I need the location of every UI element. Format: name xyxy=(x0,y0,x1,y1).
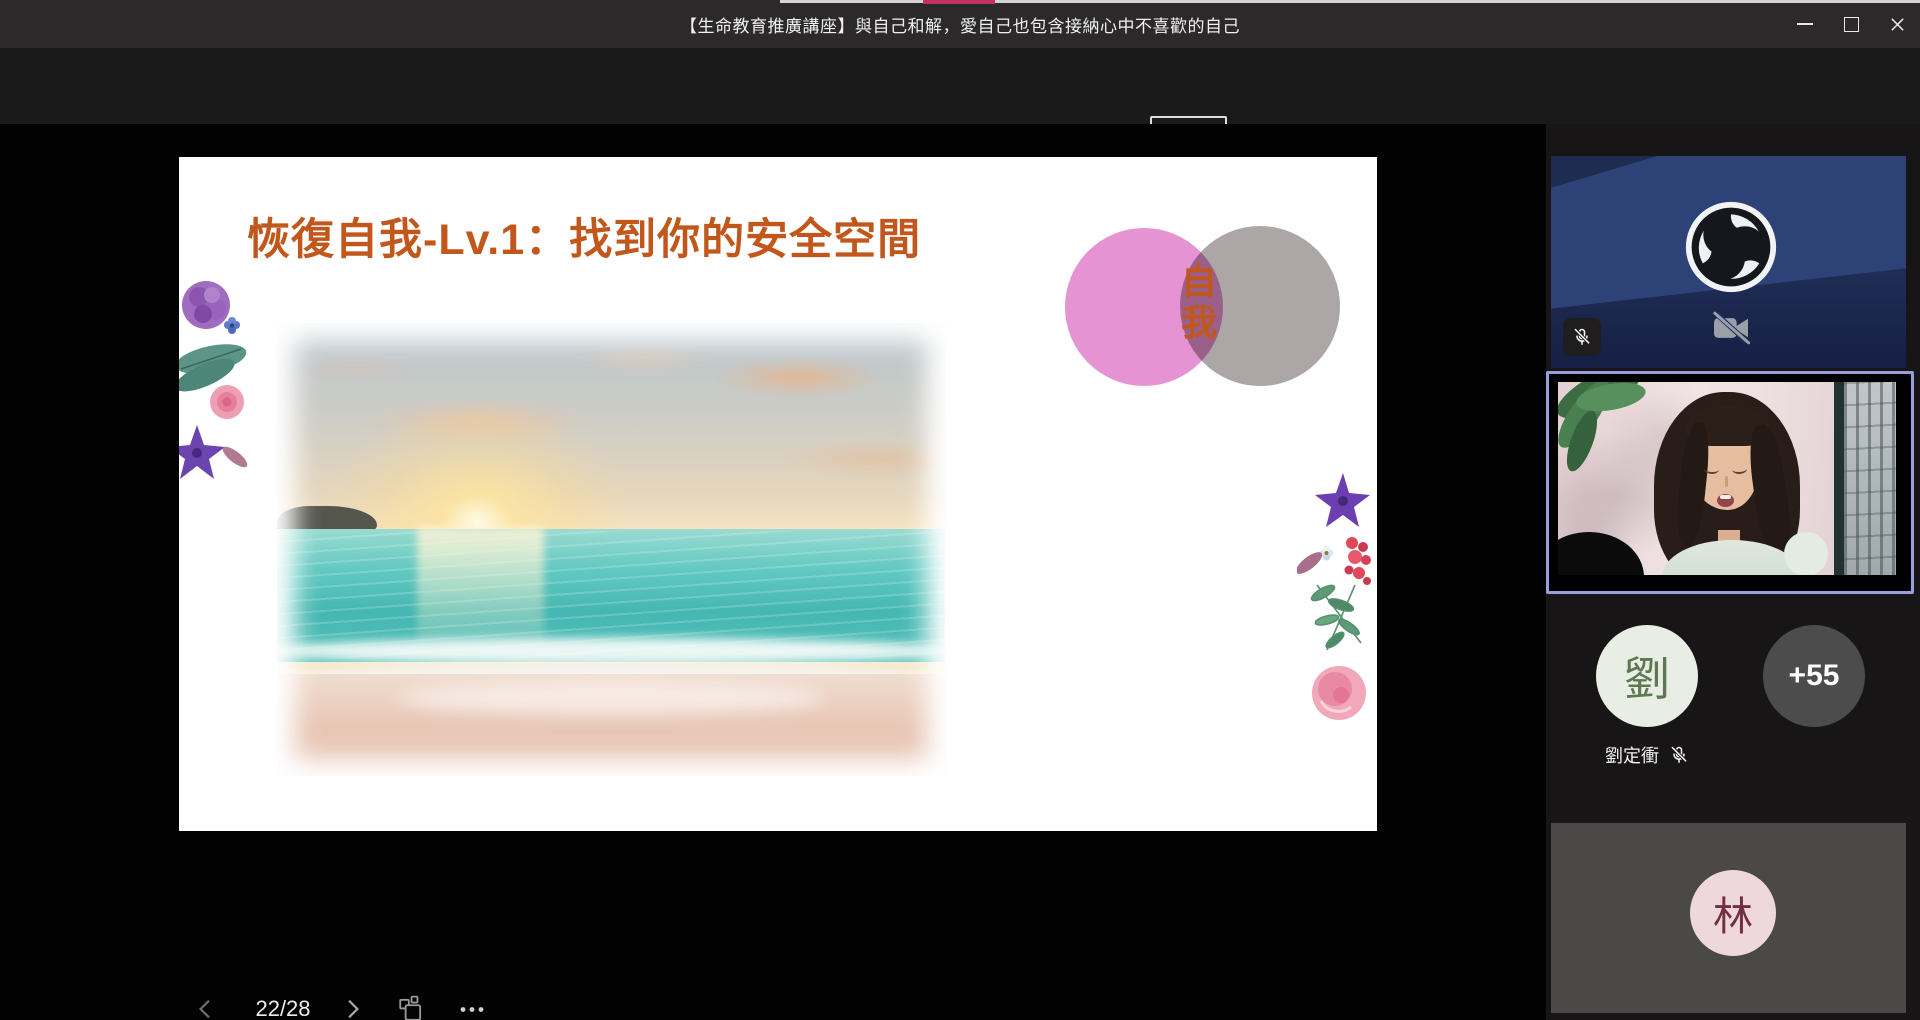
purple-star-flower xyxy=(179,425,225,479)
overflow-count: +55 xyxy=(1789,659,1840,693)
beach-sunset-photo xyxy=(277,323,945,776)
mic-off-icon xyxy=(1669,745,1689,765)
white-blossom xyxy=(1319,545,1333,560)
video-tile-active-speaker[interactable] xyxy=(1546,371,1914,594)
shared-content-stage: 恢復自我-Lv.1：找到你的安全空間 自我 xyxy=(0,124,1546,1020)
speaker-mouth xyxy=(1717,494,1734,507)
participant-name: 劉定衝 xyxy=(1605,742,1659,768)
obs-logo-icon xyxy=(1683,199,1779,295)
teams-meeting-window: 【生命教育推廣講座】與自己和解，愛自己也包含接納心中不喜歡的自己 02:00:2… xyxy=(0,0,1920,1020)
camera-off-icon xyxy=(1711,311,1751,345)
previous-slide-button[interactable] xyxy=(190,994,220,1020)
slide-more-options-button[interactable] xyxy=(452,994,492,1020)
beach-soft-edge xyxy=(277,323,945,776)
muted-mic-badge xyxy=(1563,318,1601,356)
grid-view-icon xyxy=(397,995,425,1020)
speaker-sleeve xyxy=(1784,532,1828,575)
maximize-icon xyxy=(1844,17,1859,32)
slide-grid-view-button[interactable] xyxy=(396,994,426,1020)
avatar-initial: 劉 xyxy=(1624,643,1670,709)
pink-rose xyxy=(210,385,244,419)
speaker-webcam-video xyxy=(1558,382,1896,575)
speaker-teeth xyxy=(1720,495,1731,499)
speaker-nose xyxy=(1725,476,1728,487)
purple-star-flower xyxy=(1315,473,1370,527)
red-berries xyxy=(1345,537,1372,585)
slide-title: 恢復自我-Lv.1：找到你的安全空間 xyxy=(247,205,921,267)
participants-video-panel: 劉 +55 劉定衝 林 xyxy=(1546,124,1920,1020)
mauve-leaf xyxy=(1297,548,1325,577)
watercolor-flowers-right xyxy=(1297,465,1377,765)
presentation-slide: 恢復自我-Lv.1：找到你的安全空間 自我 xyxy=(179,157,1377,831)
video-tile-lin[interactable]: 林 xyxy=(1551,823,1906,1013)
chevron-right-icon xyxy=(342,998,364,1020)
mauve-leaf xyxy=(220,443,250,470)
window-titlebar: 【生命教育推廣講座】與自己和解，愛自己也包含接納心中不喜歡的自己 xyxy=(0,0,1920,48)
overflow-participants-avatar[interactable]: +55 xyxy=(1763,625,1865,727)
blue-flower xyxy=(224,317,240,334)
avatar-initial: 林 xyxy=(1713,884,1753,942)
participant-avatar-liu[interactable]: 劉 xyxy=(1596,625,1698,727)
slide-page-indicator: 22/28 xyxy=(243,996,323,1020)
minimize-button[interactable] xyxy=(1782,0,1828,48)
window-frame xyxy=(1834,382,1896,575)
chevron-left-icon xyxy=(194,998,216,1020)
mic-off-icon xyxy=(1572,327,1592,347)
building-stripes xyxy=(1844,382,1896,575)
more-icon xyxy=(459,1005,485,1014)
watercolor-flowers-left xyxy=(179,267,251,627)
video-tile-obs[interactable] xyxy=(1551,156,1906,368)
participant-avatar-lin: 林 xyxy=(1690,870,1776,956)
window-controls xyxy=(1782,0,1920,48)
next-slide-button[interactable] xyxy=(338,994,368,1020)
pink-rose xyxy=(1312,666,1366,720)
green-sprigs xyxy=(1309,583,1361,651)
venn-label: 自我 xyxy=(1178,261,1220,343)
meeting-title: 【生命教育推廣講座】與自己和解，愛自己也包含接納心中不喜歡的自己 xyxy=(0,0,1920,48)
meeting-toolbar: 02:00:25 取得控制權 xyxy=(0,48,1920,124)
purple-peony xyxy=(182,281,230,329)
banana-leaf xyxy=(179,339,249,398)
close-button[interactable] xyxy=(1874,0,1920,48)
window-building-view xyxy=(1844,382,1896,575)
participant-name-row: 劉定衝 xyxy=(1567,742,1727,768)
maximize-button[interactable] xyxy=(1828,0,1874,48)
minimize-icon xyxy=(1797,23,1813,25)
close-icon xyxy=(1889,16,1906,33)
